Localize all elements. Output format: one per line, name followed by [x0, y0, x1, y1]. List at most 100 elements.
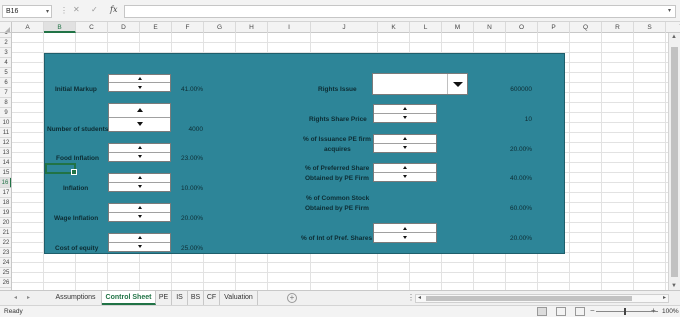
vertical-scroll-thumb[interactable] — [671, 47, 678, 277]
horizontal-scroll-thumb[interactable] — [426, 296, 632, 301]
spin-up-button[interactable] — [109, 144, 170, 153]
more-options-icon[interactable]: ⋮ — [407, 293, 415, 302]
spin-down-button[interactable] — [374, 144, 436, 153]
zoom-level[interactable]: 100% — [662, 308, 679, 315]
spin-down-button[interactable] — [109, 213, 170, 222]
row-header-11[interactable]: 11 — [0, 128, 11, 138]
pct-int-pref-spinner[interactable] — [373, 223, 437, 243]
row-header-18[interactable]: 18 — [0, 198, 11, 208]
spin-up-button[interactable] — [109, 75, 170, 83]
initial-markup-spinner[interactable] — [108, 74, 171, 92]
column-header-s[interactable]: S — [634, 22, 666, 33]
row-header-10[interactable]: 10 — [0, 118, 11, 128]
vertical-scrollbar[interactable]: ▲ ▼ — [668, 33, 680, 290]
sheet-tab-pe[interactable]: PE — [156, 291, 172, 305]
scroll-right-icon[interactable]: ▸ — [663, 294, 666, 301]
column-header-r[interactable]: R — [602, 22, 634, 33]
page-break-preview-icon[interactable] — [575, 307, 585, 316]
zoom-slider-track[interactable] — [596, 311, 658, 312]
row-header-2[interactable]: 2 — [0, 38, 11, 48]
row-header-5[interactable]: 5 — [0, 68, 11, 78]
spin-down-button[interactable] — [374, 114, 436, 123]
sheet-tab-cf[interactable]: CF — [204, 291, 220, 305]
add-sheet-button[interactable]: + — [287, 293, 297, 303]
column-header-t[interactable]: T — [666, 22, 680, 33]
sheet-tab-is[interactable]: IS — [172, 291, 188, 305]
dropdown-arrow-button[interactable] — [447, 74, 467, 94]
cost-of-equity-spinner[interactable] — [108, 233, 171, 252]
row-header-22[interactable]: 22 — [0, 238, 11, 248]
insert-function-icon[interactable]: fx — [110, 5, 117, 14]
column-header-i[interactable]: I — [268, 22, 311, 33]
sheet-tab-control-sheet[interactable]: Control Sheet — [102, 291, 156, 305]
row-header-7[interactable]: 7 — [0, 88, 11, 98]
enter-icon[interactable]: ✓ — [91, 5, 98, 14]
spin-up-button[interactable] — [374, 105, 436, 114]
row-header-20[interactable]: 20 — [0, 218, 11, 228]
zoom-in-button[interactable]: + — [651, 306, 656, 315]
row-header-9[interactable]: 9 — [0, 108, 11, 118]
column-header-q[interactable]: Q — [570, 22, 602, 33]
scroll-down-icon[interactable]: ▼ — [671, 283, 677, 289]
row-header-12[interactable]: 12 — [0, 138, 11, 148]
next-sheet-icon[interactable]: ▸ — [27, 294, 30, 301]
spin-up-button[interactable] — [374, 135, 436, 144]
scroll-left-icon[interactable]: ◂ — [418, 294, 421, 301]
row-header-14[interactable]: 14 — [0, 158, 11, 168]
spin-up-button[interactable] — [109, 204, 170, 213]
spin-up-button[interactable] — [374, 164, 436, 173]
sheet-tab-assumptions[interactable]: Assumptions — [50, 291, 102, 305]
zoom-out-button[interactable]: − — [590, 306, 595, 315]
column-header-g[interactable]: G — [204, 22, 236, 33]
spin-up-button[interactable] — [374, 224, 436, 233]
column-header-p[interactable]: P — [538, 22, 570, 33]
name-box[interactable]: B16 ▾ — [2, 5, 52, 18]
scroll-up-icon[interactable]: ▲ — [671, 34, 677, 40]
column-header-b[interactable]: B — [44, 22, 76, 33]
horizontal-scrollbar[interactable]: ◂ ▸ — [415, 294, 669, 303]
spin-up-button[interactable] — [109, 104, 170, 118]
row-header-24[interactable]: 24 — [0, 258, 11, 268]
row-header-13[interactable]: 13 — [0, 148, 11, 158]
spin-down-button[interactable] — [374, 173, 436, 182]
sheet-tab-bs[interactable]: BS — [188, 291, 204, 305]
page-layout-view-icon[interactable] — [556, 307, 566, 316]
column-header-f[interactable]: F — [172, 22, 204, 33]
row-header-23[interactable]: 23 — [0, 248, 11, 258]
column-header-d[interactable]: D — [108, 22, 140, 33]
selected-cell[interactable] — [45, 163, 77, 175]
expand-formula-icon[interactable]: ▾ — [668, 7, 671, 14]
spin-up-button[interactable] — [109, 174, 170, 183]
row-header-8[interactable]: 8 — [0, 98, 11, 108]
normal-view-icon[interactable] — [537, 307, 547, 316]
row-header-4[interactable]: 4 — [0, 58, 11, 68]
column-header-a[interactable]: A — [12, 22, 44, 33]
row-header-6[interactable]: 6 — [0, 78, 11, 88]
column-header-n[interactable]: N — [474, 22, 506, 33]
pct-issuance-spinner[interactable] — [373, 134, 437, 153]
row-header-17[interactable]: 17 — [0, 188, 11, 198]
column-header-m[interactable]: M — [442, 22, 474, 33]
pct-preferred-spinner[interactable] — [373, 163, 437, 182]
chevron-down-icon[interactable]: ▾ — [46, 8, 49, 15]
rights-issue-dropdown[interactable] — [372, 73, 468, 95]
column-header-j[interactable]: J — [311, 22, 378, 33]
column-header-e[interactable]: E — [140, 22, 172, 33]
number-of-students-spinner[interactable] — [108, 103, 171, 132]
row-header-19[interactable]: 19 — [0, 208, 11, 218]
row-header-21[interactable]: 21 — [0, 228, 11, 238]
formula-input[interactable]: ▾ — [124, 5, 676, 18]
column-header-h[interactable]: H — [236, 22, 268, 33]
spin-down-button[interactable] — [109, 243, 170, 252]
select-all-button[interactable] — [0, 22, 12, 33]
row-header-26[interactable]: 26 — [0, 278, 11, 288]
spin-down-button[interactable] — [109, 83, 170, 91]
column-header-l[interactable]: L — [410, 22, 442, 33]
cancel-icon[interactable]: ✕ — [73, 5, 80, 14]
zoom-slider-thumb[interactable] — [624, 308, 626, 315]
spin-up-button[interactable] — [109, 234, 170, 243]
row-header-16[interactable]: 16 — [0, 178, 11, 188]
food-inflation-spinner[interactable] — [108, 143, 171, 162]
spin-down-button[interactable] — [374, 233, 436, 242]
spin-down-button[interactable] — [109, 153, 170, 162]
